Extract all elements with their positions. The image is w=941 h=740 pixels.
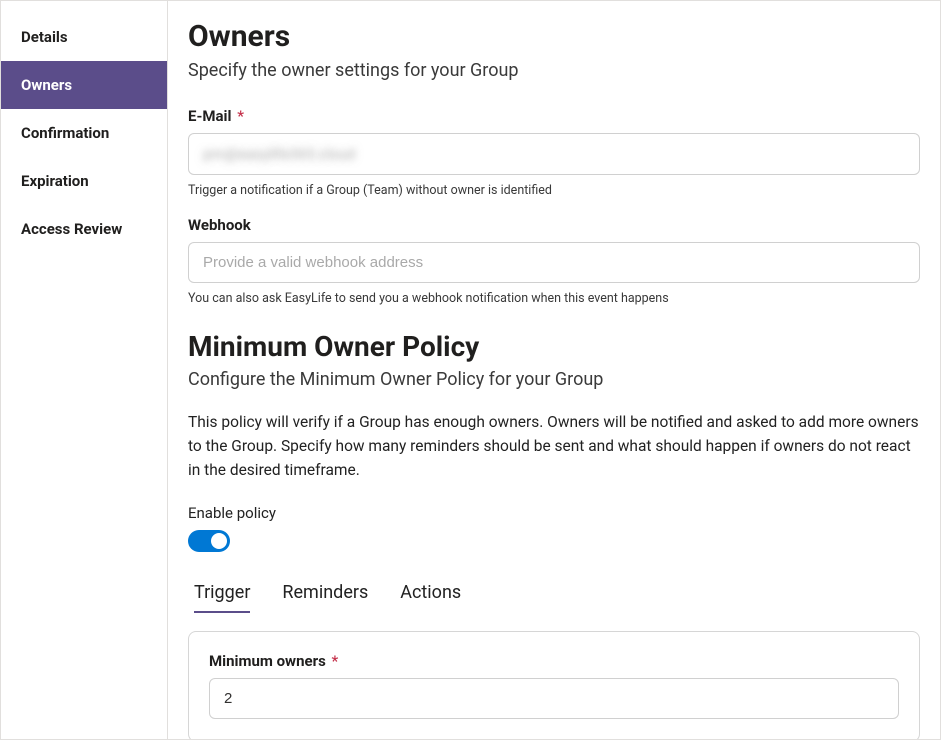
email-label: E-Mail — [188, 107, 231, 125]
policy-title: Minimum Owner Policy — [188, 330, 920, 363]
sidebar-item-access-review[interactable]: Access Review — [1, 205, 167, 253]
enable-policy-toggle[interactable] — [188, 530, 230, 552]
email-input[interactable]: pm@easylife365.cloud — [188, 133, 920, 175]
min-owners-required-mark: * — [332, 652, 339, 670]
sidebar-item-confirmation[interactable]: Confirmation — [1, 109, 167, 157]
sidebar-item-owners[interactable]: Owners — [1, 61, 167, 109]
sidebar-item-details[interactable]: Details — [1, 13, 167, 61]
policy-subtitle: Configure the Minimum Owner Policy for y… — [188, 369, 920, 390]
min-owners-label: Minimum owners — [209, 652, 326, 670]
email-required-mark: * — [237, 107, 244, 125]
min-owners-input[interactable] — [209, 678, 899, 719]
webhook-label: Webhook — [188, 216, 920, 234]
email-label-row: E-Mail * — [188, 107, 920, 125]
webhook-input[interactable] — [188, 242, 920, 283]
policy-description: This policy will verify if a Group has e… — [188, 410, 920, 482]
page-subtitle: Specify the owner settings for your Grou… — [188, 60, 920, 81]
main-content: Owners Specify the owner settings for yo… — [168, 1, 940, 739]
tab-reminders[interactable]: Reminders — [282, 578, 368, 613]
min-owners-label-row: Minimum owners * — [209, 652, 899, 670]
tab-actions[interactable]: Actions — [400, 578, 461, 613]
trigger-panel: Minimum owners * — [188, 631, 920, 739]
sidebar: Details Owners Confirmation Expiration A… — [1, 1, 168, 739]
webhook-help-text: You can also ask EasyLife to send you a … — [188, 291, 920, 306]
enable-policy-label: Enable policy — [188, 504, 920, 522]
tab-trigger[interactable]: Trigger — [194, 578, 250, 613]
page-title: Owners — [188, 19, 920, 54]
sidebar-item-expiration[interactable]: Expiration — [1, 157, 167, 205]
toggle-knob — [211, 533, 227, 549]
policy-tabs: Trigger Reminders Actions — [188, 578, 920, 613]
email-help-text: Trigger a notification if a Group (Team)… — [188, 183, 920, 198]
